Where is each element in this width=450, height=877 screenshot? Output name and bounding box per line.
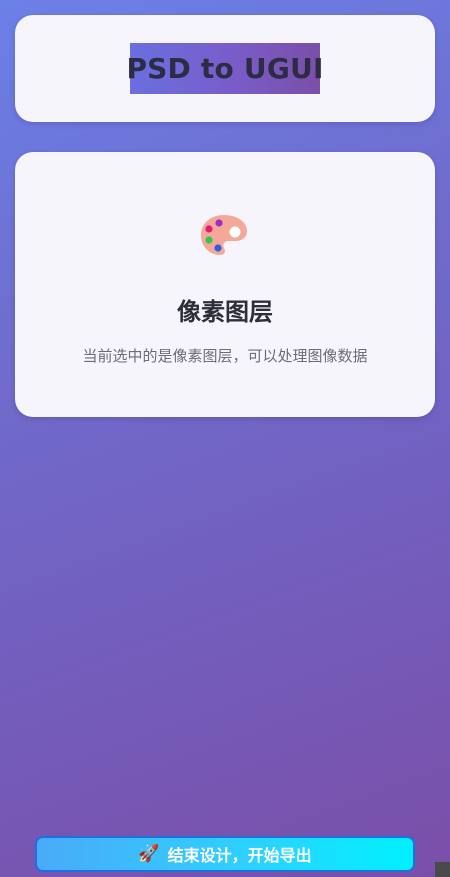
rocket-icon: 🚀 [138, 843, 160, 864]
page-title: PSD to UGUI [126, 52, 324, 85]
title-card: PSD to UGUI [15, 15, 435, 122]
export-button[interactable]: 🚀 结束设计，开始导出 [35, 836, 415, 872]
title-highlight: PSD to UGUI [126, 43, 323, 94]
export-button-label: 结束设计，开始导出 [167, 846, 312, 865]
palette-icon [201, 215, 247, 255]
layer-info-card: 像素图层 当前选中的是像素图层，可以处理图像数据 [15, 152, 435, 417]
layer-type-title: 像素图层 [177, 298, 273, 326]
layer-type-description: 当前选中的是像素图层，可以处理图像数据 [82, 347, 368, 365]
resize-grip[interactable] [435, 862, 450, 877]
